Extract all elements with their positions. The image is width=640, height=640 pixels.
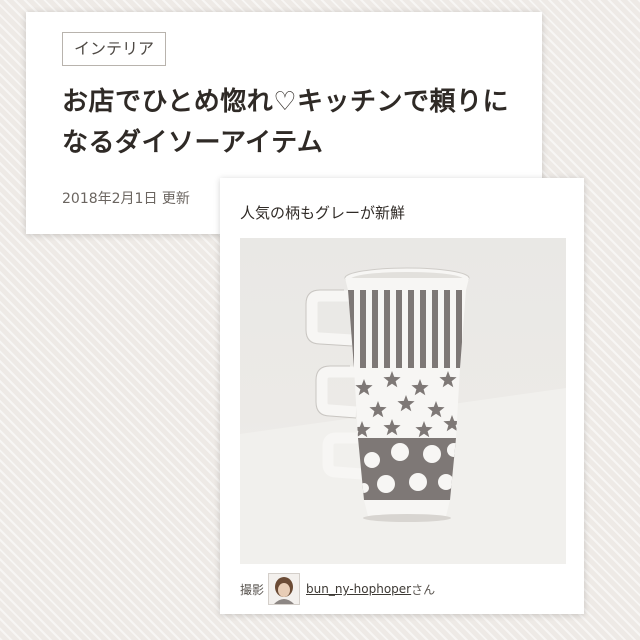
photo-caption: 人気の柄もグレーが新鮮 [240,204,406,222]
update-date: 2018年2月1日 更新 [62,191,190,207]
photo-credit: 撮影 bun_ny-hophoper さん [240,572,435,606]
photo-card: 人気の柄もグレーが新鮮 撮影 bun_ny-hophoper さん [220,178,584,614]
username-link[interactable]: bun_ny-hophoper [306,582,411,596]
user-avatar-icon[interactable] [268,573,301,605]
credit-label: 撮影 [240,582,265,597]
username-honorific: さん [411,582,436,597]
category-tag[interactable]: インテリア [62,32,167,66]
article-title[interactable]: お店でひとめ惚れ♡キッチンで頼りになるダイソーアイテム [62,82,522,164]
stacked-mugs-photo [240,238,566,564]
